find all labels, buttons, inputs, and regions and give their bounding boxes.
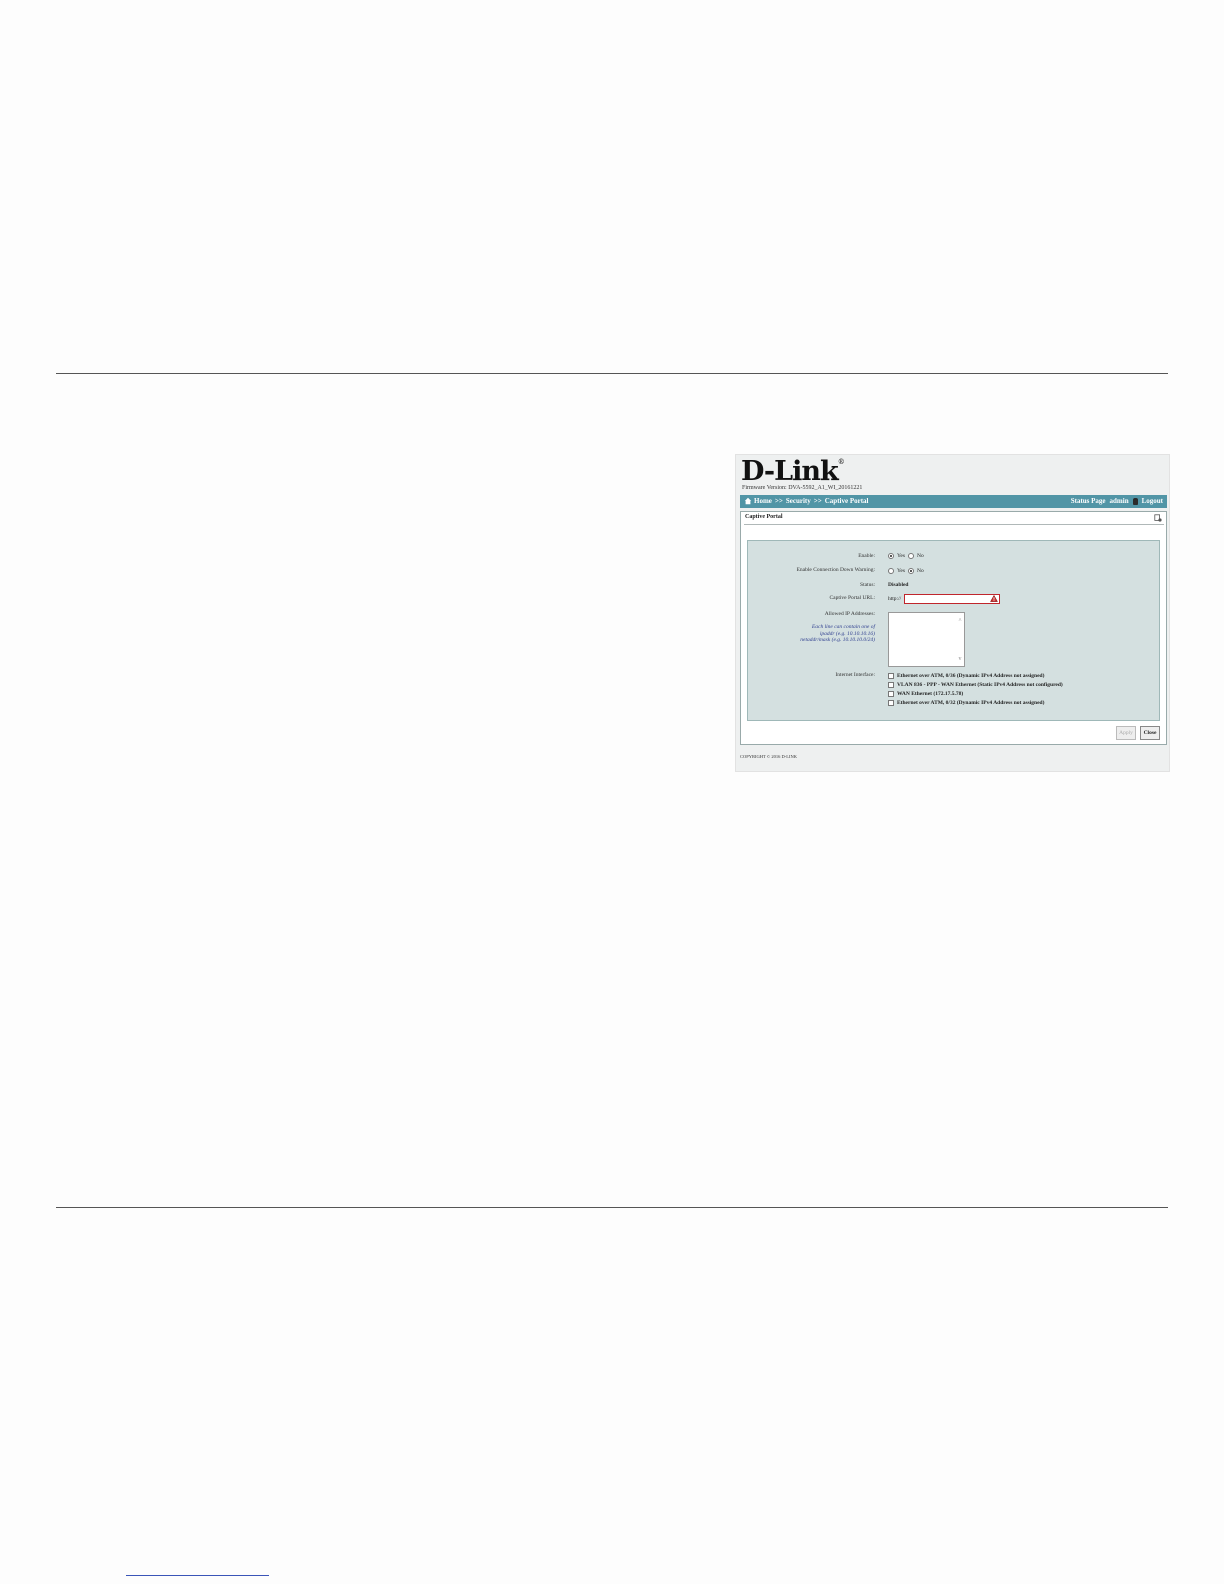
conn-warning-no-label: No [917, 568, 924, 574]
interface-checkbox[interactable] [888, 673, 894, 679]
status-value: Disabled [888, 582, 909, 588]
interface-option: Ethernet over ATM, 0/36 (Dynamic IPv4 Ad… [888, 673, 1044, 679]
conn-warning-radio-group: Yes No [888, 568, 924, 574]
top-nav-bar: Home >> Security >> Captive Portal Statu… [740, 495, 1167, 508]
close-button[interactable]: Close [1140, 726, 1160, 740]
dlink-logo: D-Link® [741, 456, 845, 487]
url-label: Captive Portal URL: [829, 595, 875, 601]
breadcrumb: Home >> Security >> Captive Portal [754, 497, 869, 505]
interface-option: VLAN 836 - PPP - WAN Ethernet (Static IP… [888, 682, 1063, 688]
interface-option-label: WAN Ethernet (172.17.5.78) [897, 691, 964, 697]
scroll-down-icon[interactable]: v [957, 656, 963, 662]
page-rule-bottom [56, 1207, 1168, 1208]
breadcrumb-security[interactable]: Security [786, 497, 811, 505]
captive-portal-url-input[interactable] [904, 594, 1001, 604]
settings-form: Enable: Yes No Enable Connection Down Wa… [747, 540, 1160, 721]
home-icon[interactable] [744, 497, 752, 505]
allowed-ips-label: Allowed IP Addresses: [824, 611, 875, 617]
conn-warning-label: Enable Connection Down Warning: [796, 567, 875, 573]
breadcrumb-home[interactable]: Home [754, 497, 772, 505]
hint-line: netaddr/mask (e.g. 10.10.10.0/24) [800, 637, 875, 643]
page-rule-top [56, 373, 1168, 374]
interface-checkbox[interactable] [888, 691, 894, 697]
enable-no-label: No [917, 553, 924, 559]
interface-label: Internet Interface: [835, 672, 875, 678]
interface-checkbox[interactable] [888, 682, 894, 688]
allowed-ips-hint: Each line can contain one of ipaddr (e.g… [800, 624, 875, 644]
hint-line: Each line can contain one of [811, 624, 875, 630]
captive-portal-window: Captive Portal Enable: Yes No Enable Con… [740, 511, 1167, 745]
footnote-link-underline[interactable] [126, 1575, 269, 1576]
firmware-version: Firmware Version: DVA-5592_A1_WI_2016122… [742, 485, 863, 491]
router-screenshot: D-Link® Firmware Version: DVA-5592_A1_WI… [735, 454, 1170, 772]
conn-warning-yes-label: Yes [897, 568, 906, 574]
interface-option-label: Ethernet over ATM, 0/32 (Dynamic IPv4 Ad… [897, 700, 1045, 706]
enable-radio-group: Yes No [888, 553, 924, 559]
interface-checkbox[interactable] [888, 700, 894, 706]
breadcrumb-captive-portal: Captive Portal [824, 497, 869, 505]
status-page-link[interactable]: Status Page [1071, 497, 1106, 505]
breadcrumb-separator: >> [813, 497, 822, 505]
interface-option: WAN Ethernet (172.17.5.78) [888, 691, 963, 697]
title-divider [744, 524, 1164, 525]
enable-yes-radio[interactable] [888, 553, 894, 559]
enable-label: Enable: [858, 553, 875, 559]
breadcrumb-separator: >> [774, 497, 783, 505]
scroll-up-icon[interactable]: ^ [957, 618, 963, 624]
allowed-ips-textarea[interactable]: ^ v [888, 612, 965, 667]
conn-warning-no-radio[interactable] [908, 568, 915, 574]
username: admin [1109, 497, 1129, 505]
enable-no-radio[interactable] [908, 553, 915, 559]
url-control: http:// [888, 594, 1001, 604]
copyright: COPYRIGHT © 2016 D-LINK [740, 754, 797, 759]
nav-right-group: Status Page admin Logout [1071, 497, 1163, 505]
help-icon[interactable] [1154, 514, 1162, 522]
interface-option-label: Ethernet over ATM, 0/36 (Dynamic IPv4 Ad… [897, 673, 1045, 679]
user-icon [1132, 497, 1138, 505]
interface-option: Ethernet over ATM, 0/32 (Dynamic IPv4 Ad… [888, 700, 1044, 706]
interface-option-label: VLAN 836 - PPP - WAN Ethernet (Static IP… [897, 682, 1063, 688]
logout-link[interactable]: Logout [1142, 497, 1163, 505]
window-title: Captive Portal [745, 514, 783, 520]
url-prefix: http:// [888, 596, 902, 602]
warning-icon [990, 595, 999, 602]
apply-button[interactable]: Apply [1116, 726, 1136, 740]
status-label: Status: [860, 582, 875, 588]
enable-yes-label: Yes [897, 553, 906, 559]
conn-warning-yes-radio[interactable] [888, 568, 894, 574]
